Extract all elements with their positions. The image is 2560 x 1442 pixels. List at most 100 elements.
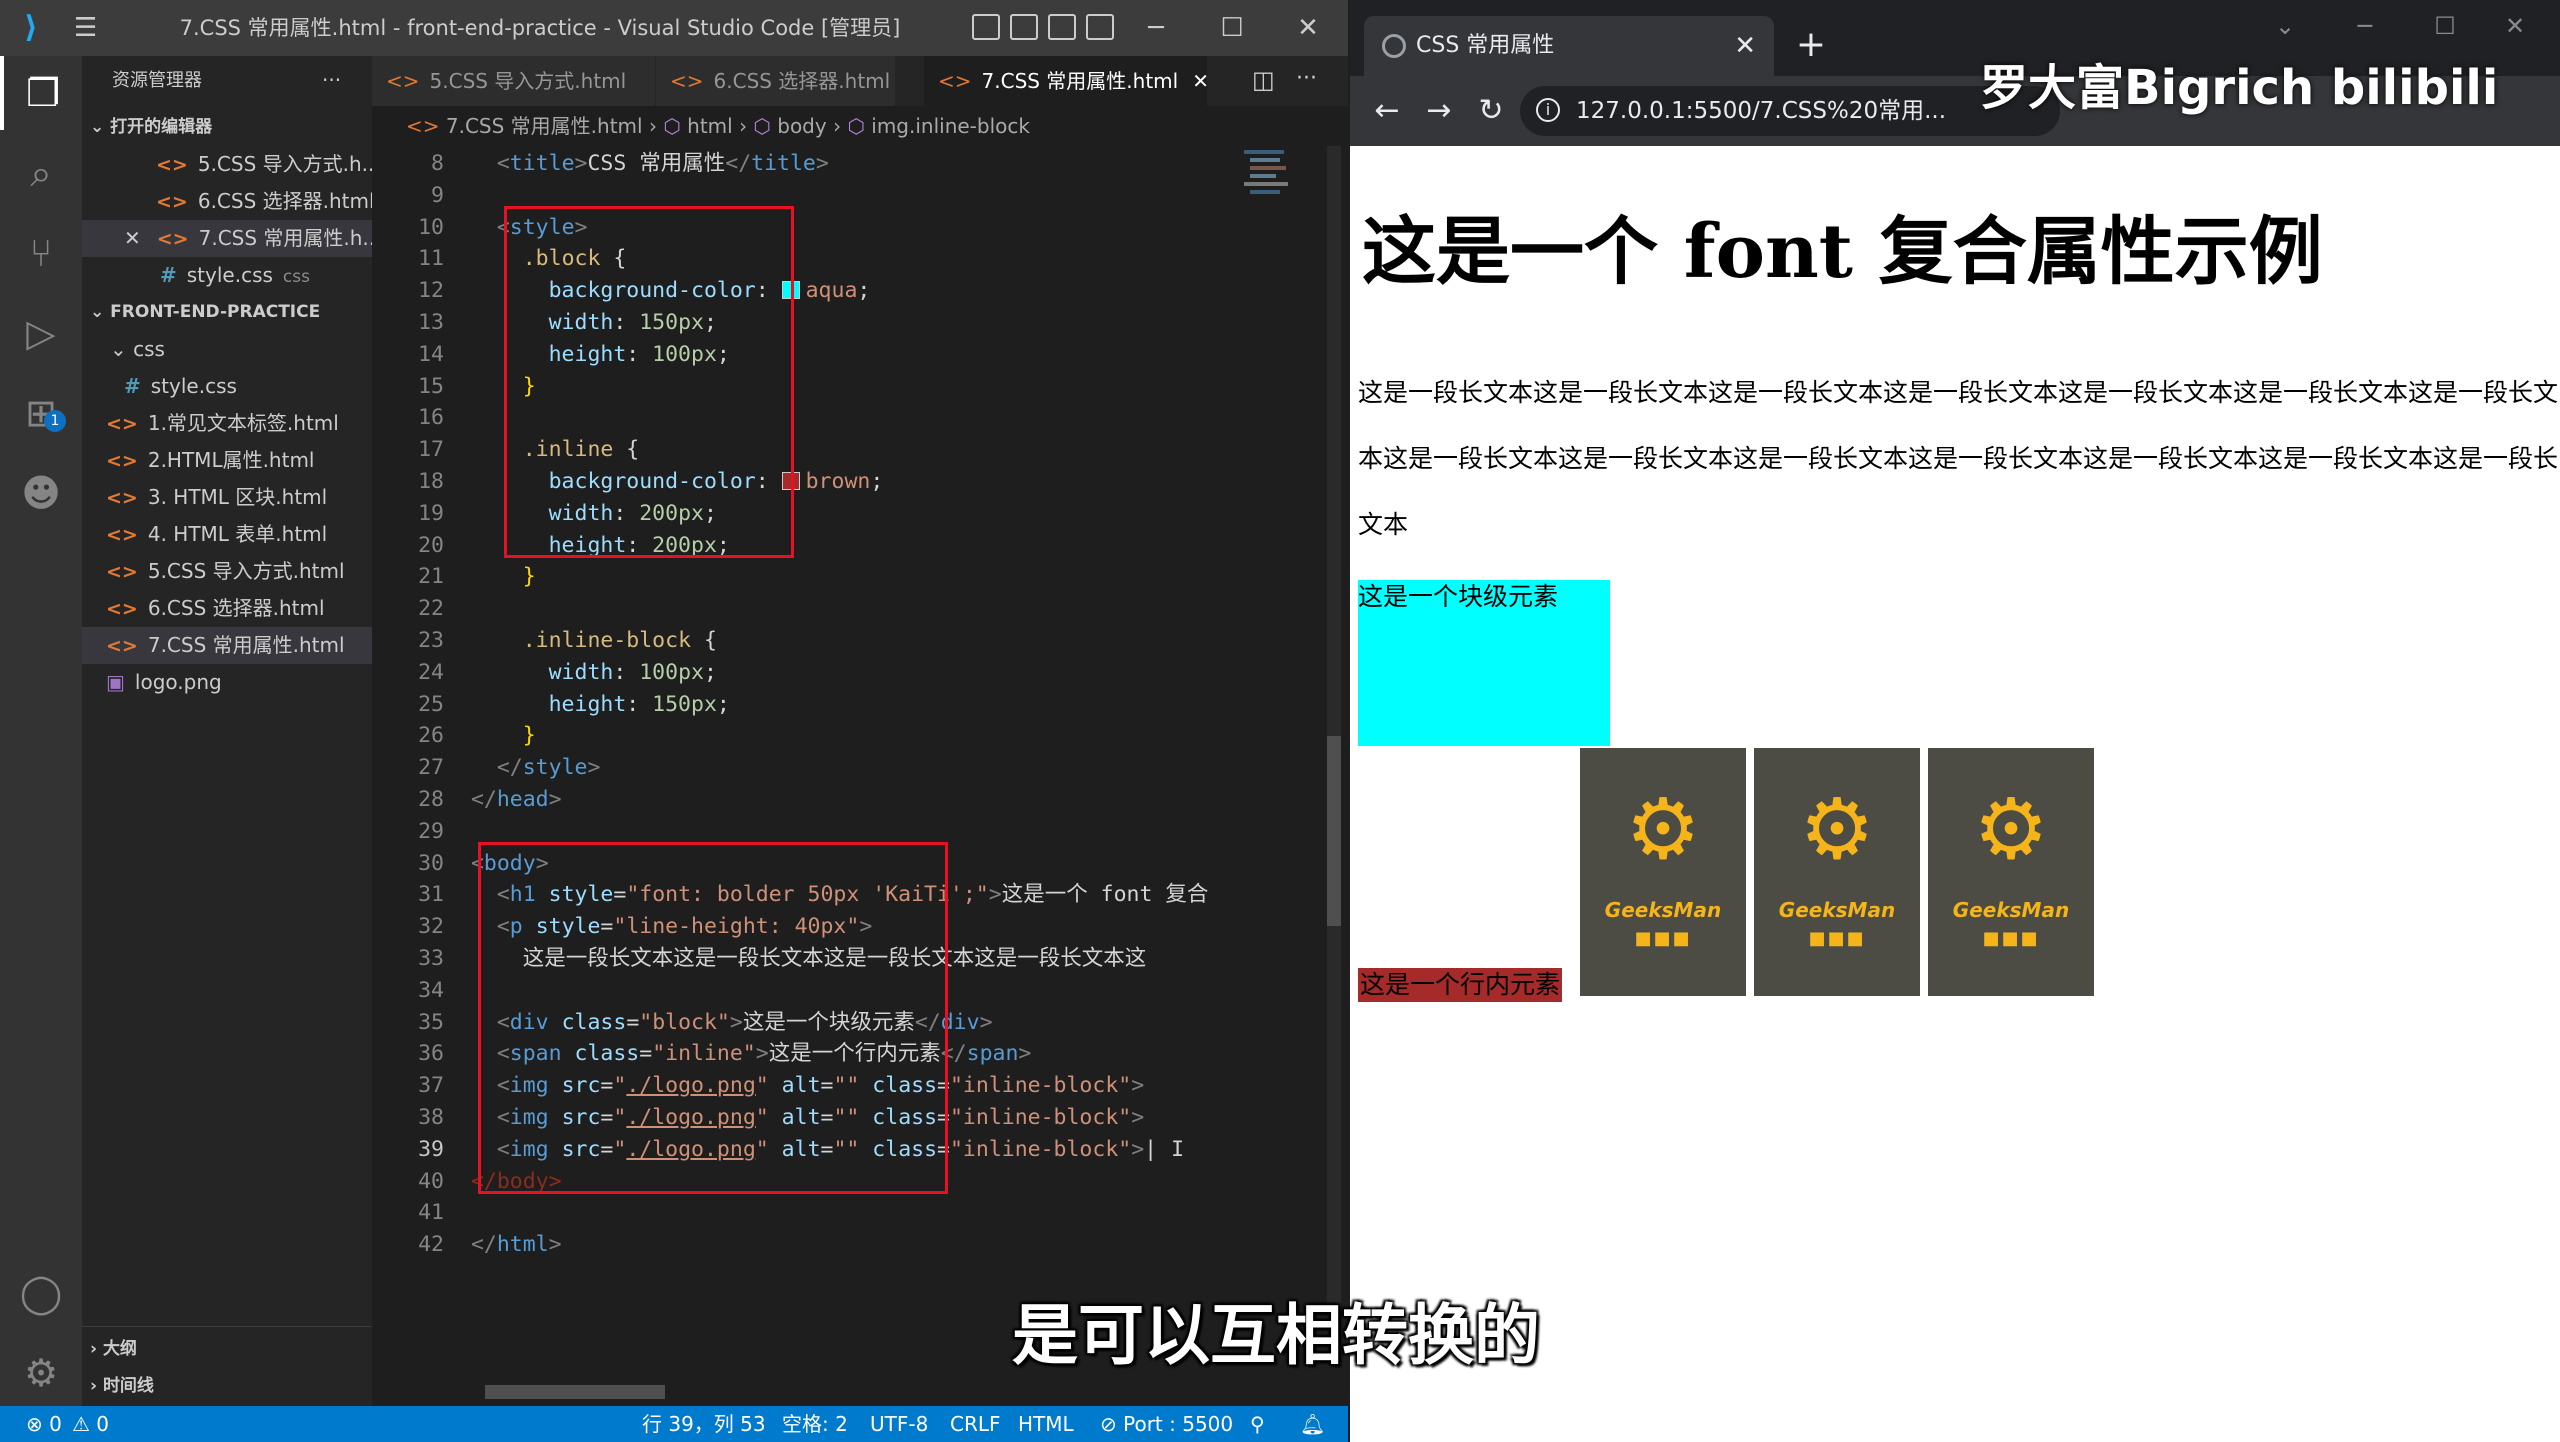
open-editor-item-active[interactable]: ✕ <> 7.CSS 常用属性.h... <box>82 220 372 257</box>
file-label: 5.CSS 导入方式.html <box>147 559 345 583</box>
maximize-icon[interactable]: ☐ <box>1202 8 1262 48</box>
line-number: 28 <box>418 787 444 812</box>
run-debug-icon[interactable]: ▷ <box>0 296 82 370</box>
indentation[interactable]: 空格: 2 <box>782 1406 848 1442</box>
file-item[interactable]: # style.css <box>82 368 372 405</box>
horizontal-scrollbar-thumb[interactable] <box>485 1385 665 1399</box>
address-bar[interactable]: i 127.0.0.1:5500/7.CSS%20常用... <box>1520 86 2060 136</box>
breadcrumb-file[interactable]: 7.CSS 常用属性.html <box>446 114 643 138</box>
search-icon[interactable]: ⌕ <box>0 136 82 210</box>
code-line[interactable]: 8 <title>CSS 常用属性</title> <box>372 148 1332 180</box>
file-item[interactable]: <> 4. HTML 表单.html <box>82 516 372 553</box>
code-line[interactable]: 24 width: 100px; <box>372 657 1332 689</box>
breadcrumb-html[interactable]: html <box>687 114 733 138</box>
gear-icon: ⚙ <box>1973 780 2049 878</box>
extensions-icon[interactable]: ⊞ <box>0 376 82 450</box>
bell-icon[interactable]: 🔔︎ <box>1300 1406 1325 1442</box>
more-actions-icon[interactable]: ··· <box>1296 66 1317 91</box>
toggle-secondary-sidebar-icon[interactable] <box>1048 14 1076 40</box>
errors-count[interactable]: ⊗ 0 <box>26 1406 62 1442</box>
tab-css-selector[interactable]: <> 6.CSS 选择器.html <box>656 56 896 106</box>
line-number: 16 <box>418 405 444 431</box>
cursor-position[interactable]: 行 39，列 53 <box>642 1406 766 1442</box>
back-icon[interactable]: ← <box>1364 88 1410 134</box>
html-file-icon: <> <box>406 114 446 138</box>
browser-window-controls: ⌄ ─ ☐ ✕ <box>2250 6 2550 46</box>
split-editor-icon[interactable]: ◫ <box>1252 66 1275 94</box>
file-label: style.css <box>150 374 237 398</box>
minimize-icon[interactable]: ─ <box>1126 8 1186 48</box>
close-window-icon[interactable]: ✕ <box>1278 8 1338 48</box>
close-window-icon[interactable]: ✕ <box>2480 6 2550 46</box>
info-icon[interactable]: i <box>1536 98 1560 122</box>
warnings-count[interactable]: ⚠ 0 <box>72 1406 109 1442</box>
reload-icon[interactable]: ↻ <box>1468 88 1514 134</box>
file-item[interactable]: <> 3. HTML 区块.html <box>82 479 372 516</box>
open-editor-item[interactable]: # style.css css <box>82 257 372 294</box>
code-line[interactable]: 22 <box>372 593 1332 625</box>
tab-css-import[interactable]: <> 5.CSS 导入方式.html <box>372 56 656 106</box>
open-editor-item[interactable]: <> 6.CSS 选择器.html <box>82 183 372 220</box>
close-icon[interactable]: ✕ <box>124 226 141 250</box>
language-mode[interactable]: HTML <box>1018 1406 1074 1442</box>
customize-layout-icon[interactable] <box>1086 14 1114 40</box>
chevron-down-icon: ⌄ <box>90 302 111 322</box>
open-editor-label: style.css <box>186 263 273 287</box>
vertical-scrollbar-thumb[interactable] <box>1327 736 1341 926</box>
code-line[interactable]: 21 } <box>372 561 1332 593</box>
timeline-section[interactable]: › 时间线 <box>82 1368 372 1405</box>
line-number: 23 <box>418 628 444 653</box>
html-file-icon: <> <box>670 69 704 93</box>
live-server-port[interactable]: ⊘ Port : 5500 <box>1100 1406 1233 1442</box>
code-line[interactable]: 23 .inline-block { <box>372 625 1332 657</box>
settings-gear-icon[interactable]: ⚙ <box>0 1336 82 1410</box>
new-tab-button[interactable]: + <box>1786 20 1836 70</box>
hamburger-menu-icon[interactable]: ☰ <box>74 14 108 42</box>
open-editor-item[interactable]: <> 5.CSS 导入方式.h... <box>82 146 372 183</box>
copilot-icon[interactable]: ☻ <box>0 456 82 530</box>
open-editors-section[interactable]: ⌄ 打开的编辑器 <box>82 109 372 146</box>
browser-tab[interactable]: CSS 常用属性 ✕ <box>1364 16 1774 76</box>
maximize-icon[interactable]: ☐ <box>2410 6 2480 46</box>
code-line[interactable]: 28 </head> <box>372 784 1332 816</box>
file-item[interactable]: <> 2.HTML属性.html <box>82 442 372 479</box>
tab-css-properties[interactable]: <> 7.CSS 常用属性.html ✕ <box>924 56 1209 106</box>
encoding[interactable]: UTF-8 <box>870 1406 928 1442</box>
line-ending[interactable]: CRLF <box>950 1406 1001 1442</box>
account-icon[interactable]: ◯ <box>0 1256 82 1330</box>
outline-section[interactable]: › 大纲 <box>82 1331 372 1368</box>
code-line[interactable]: 25 height: 150px; <box>372 689 1332 721</box>
gear-icon: ⚙ <box>1799 780 1875 878</box>
toggle-sidebar-icon[interactable] <box>972 14 1000 40</box>
file-item[interactable]: ▣ logo.png <box>82 664 372 701</box>
close-tab-icon[interactable]: ✕ <box>1192 69 1209 93</box>
close-tab-icon[interactable]: ✕ <box>1734 16 1756 76</box>
minimize-icon[interactable]: ─ <box>2330 6 2400 46</box>
code-editor[interactable]: 8 <title>CSS 常用属性</title> 9 10 <style> 1… <box>372 148 1348 1308</box>
project-section[interactable]: ⌄ FRONT-END-PRACTICE <box>82 294 372 331</box>
line-number: 30 <box>418 850 444 876</box>
code-line[interactable]: 26 } <box>372 720 1332 752</box>
breadcrumb-element[interactable]: img.inline-block <box>871 114 1030 138</box>
code-line[interactable]: 42 </html> <box>372 1229 1332 1261</box>
explorer-icon[interactable]: ❐ <box>0 56 82 130</box>
vertical-scrollbar[interactable] <box>1327 146 1341 1306</box>
more-actions-icon[interactable]: ··· <box>322 62 341 99</box>
source-control-icon[interactable]: ⑂ <box>0 216 82 290</box>
toggle-panel-icon[interactable] <box>1010 14 1038 40</box>
minimap[interactable] <box>1244 146 1314 236</box>
forward-icon[interactable]: → <box>1416 88 1462 134</box>
file-item[interactable]: <> 6.CSS 选择器.html <box>82 590 372 627</box>
file-item[interactable]: <> 5.CSS 导入方式.html <box>82 553 372 590</box>
logo-brand-text: GeeksMan <box>1778 898 1896 922</box>
file-item-active[interactable]: <> 7.CSS 常用属性.html <box>82 627 372 664</box>
open-editors-label: 打开的编辑器 <box>110 117 213 137</box>
code-line[interactable]: 41 <box>372 1197 1332 1229</box>
file-item[interactable]: <> 1.常见文本标签.html <box>82 405 372 442</box>
logo-image: ⚙ GeeksMan ■■■ <box>1754 748 1920 996</box>
folder-css[interactable]: ⌄ css <box>82 331 372 368</box>
breadcrumb-body[interactable]: body <box>777 114 826 138</box>
code-line[interactable]: 27 </style> <box>372 752 1332 784</box>
accounts-icon[interactable]: ⚲ <box>1250 1406 1265 1442</box>
tab-search-icon[interactable]: ⌄ <box>2250 6 2320 46</box>
